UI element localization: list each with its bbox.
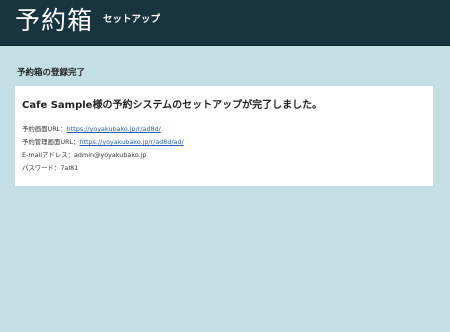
admin-url-row: 予約管理画面URL：https://yoyakubako.jp/r/ad8d/a…: [22, 138, 184, 147]
section-title: 予約箱の登録完了: [17, 68, 86, 78]
reservation-url-link[interactable]: https://yoyakubako.jp/r/ad8d/: [67, 125, 161, 133]
password-row: パスワード：7al81: [22, 164, 78, 173]
reservation-url-label: 予約画面URL：: [22, 125, 67, 133]
password-label: パスワード：: [22, 164, 61, 172]
admin-url-link[interactable]: https://yoyakubako.jp/r/ad8d/ad/: [79, 138, 183, 146]
password-value: 7al81: [60, 164, 79, 172]
admin-url-label: 予約管理画面URL：: [22, 138, 80, 146]
header-subtitle: セットアップ: [103, 14, 161, 25]
completion-heading: Cafe Sample様の予約システムのセットアップが完了しました。: [22, 100, 323, 111]
email-label: E-mailアドレス：: [22, 151, 74, 159]
app-logo[interactable]: 予約箱: [15, 3, 93, 39]
completion-card: Cafe Sample様の予約システムのセットアップが完了しました。 予約画面U…: [15, 86, 433, 186]
reservation-url-row: 予約画面URL：https://yoyakubako.jp/r/ad8d/: [22, 125, 161, 134]
app-header: 予約箱 セットアップ: [0, 0, 450, 46]
email-row: E-mailアドレス：admin@yoyakubako.jp: [22, 151, 146, 160]
email-value: admin@yoyakubako.jp: [74, 151, 147, 159]
